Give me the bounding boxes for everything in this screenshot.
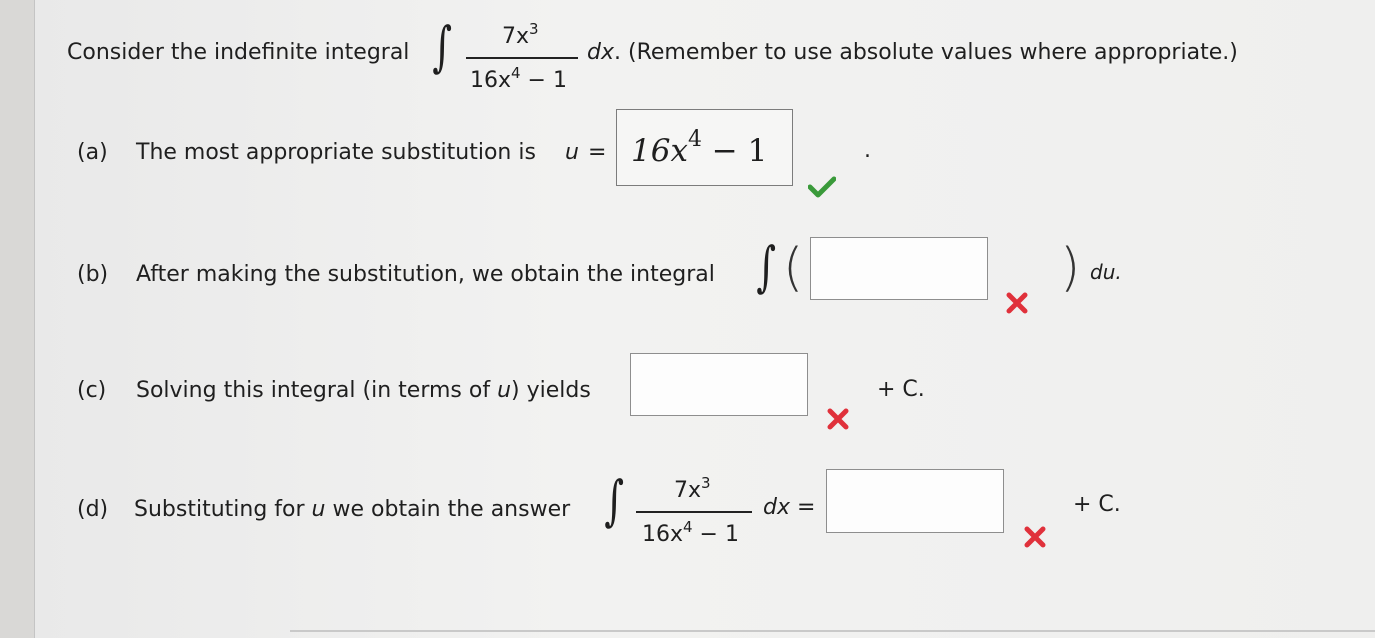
part-a-text: The most appropriate substitution is	[136, 140, 536, 165]
checkmark-icon	[808, 176, 836, 198]
right-paren: )	[1060, 238, 1081, 298]
part-b-label: (b)	[77, 262, 109, 287]
x-mark-icon	[1006, 292, 1028, 314]
part-b-input[interactable]	[810, 237, 988, 300]
numerator: 7x3	[502, 20, 539, 49]
denominator: 16x4 − 1	[642, 518, 739, 547]
part-c-input[interactable]	[630, 353, 808, 416]
part-d-label: (d)	[77, 497, 109, 522]
x-mark-icon	[827, 408, 849, 430]
part-a-var: u	[565, 140, 579, 165]
x-mark-icon	[1024, 526, 1046, 548]
part-b-text: After making the substitution, we obtain…	[136, 262, 715, 287]
part-a-answer-box[interactable]: 16x4 − 1	[616, 109, 793, 186]
divider	[290, 630, 1375, 632]
part-a-answer: 16x4 − 1	[631, 127, 768, 169]
part-c-label: (c)	[77, 378, 107, 403]
part-a-period: .	[864, 138, 871, 163]
fraction-bar	[636, 511, 752, 513]
part-d-input[interactable]	[826, 469, 1004, 533]
numerator: 7x3	[674, 474, 711, 503]
intro-suffix: . (Remember to use absolute values where…	[614, 40, 1238, 65]
left-paren: (	[783, 238, 804, 298]
part-a-equals: =	[588, 140, 607, 165]
part-a-label: (a)	[77, 140, 108, 165]
part-c-plus-c: + C.	[877, 377, 925, 402]
part-d-text: Substituting for u we obtain the answer	[134, 497, 571, 522]
dx-text: dx	[587, 40, 614, 65]
integral-sign: ∫	[432, 15, 452, 78]
intro-text: Consider the indefinite integral	[67, 40, 410, 65]
integral-sign: ∫	[756, 235, 776, 298]
part-c-text-pre: Solving this integral (in terms of u) yi…	[136, 378, 591, 403]
part-b-du: du.	[1090, 260, 1122, 284]
part-d-dx-eq: dx =	[763, 495, 816, 520]
part-d-plus-c: + C.	[1073, 492, 1121, 517]
denominator: 16x4 − 1	[470, 64, 567, 93]
integral-sign: ∫	[604, 469, 624, 532]
fraction-bar	[466, 57, 578, 59]
